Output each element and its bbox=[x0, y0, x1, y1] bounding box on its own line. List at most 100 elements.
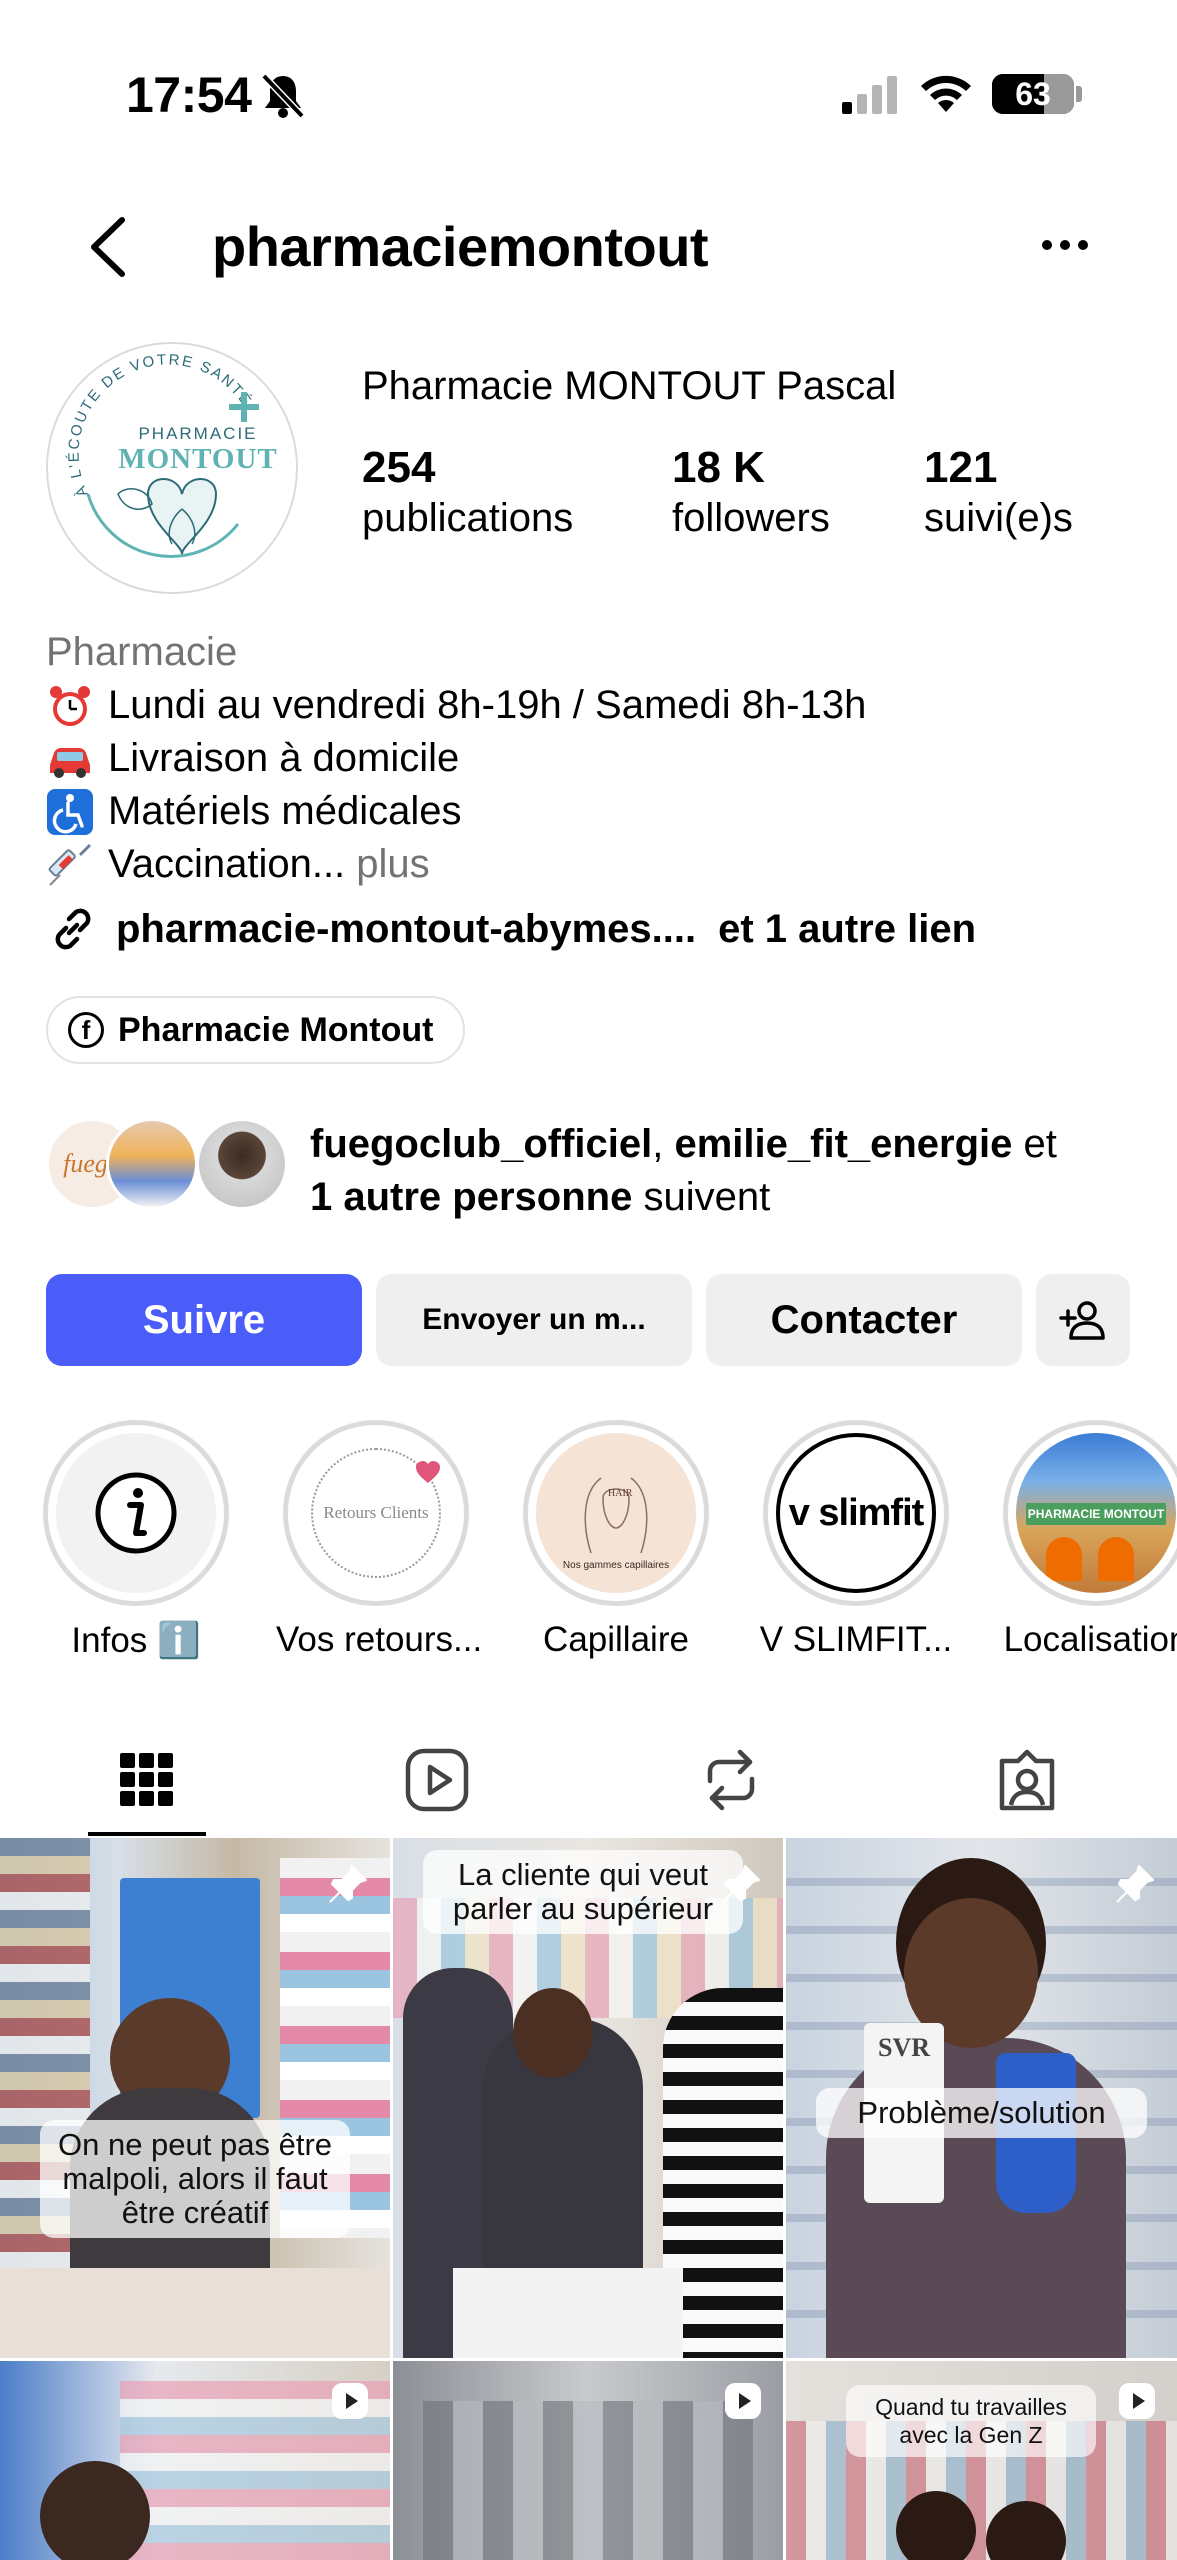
stat-label: publications bbox=[362, 496, 574, 541]
bio-line-text: Vaccination... bbox=[108, 842, 346, 886]
bio-line-text: Livraison à domicile bbox=[108, 736, 460, 780]
post-caption: Problème/solution bbox=[816, 2088, 1147, 2138]
avatar-big-text: MONTOUT bbox=[118, 443, 278, 475]
link-icon bbox=[55, 908, 91, 950]
post-tile[interactable] bbox=[393, 2361, 783, 2560]
stat-followers[interactable]: 18 K followers bbox=[672, 443, 830, 544]
highlight-localisation[interactable]: PHARMACIE MONTOUT Localisation bbox=[996, 1420, 1177, 1660]
wheelchair-icon bbox=[47, 788, 93, 835]
syringe-icon bbox=[48, 843, 92, 886]
highlight-retours[interactable]: Retours Clients Vos retours... bbox=[276, 1420, 483, 1660]
highlight-label: Localisation bbox=[1003, 1620, 1177, 1659]
battery-indicator: 63 bbox=[992, 74, 1074, 114]
reels-icon bbox=[405, 1748, 469, 1812]
highlight-capillaire[interactable]: HAIR Nos gammes capillaires Capillaire bbox=[516, 1420, 716, 1660]
stat-label: followers bbox=[672, 496, 830, 541]
profile-avatar[interactable]: À L'ÉCOUTE DE VOTRE SANTÉ PHARMACIE MONT… bbox=[46, 342, 298, 594]
more-options-icon[interactable] bbox=[1040, 230, 1090, 260]
pin-icon bbox=[1116, 1865, 1154, 1903]
wifi-icon bbox=[921, 75, 971, 112]
back-icon[interactable] bbox=[82, 212, 142, 282]
hair-sub-text: Nos gammes capillaires bbox=[562, 1560, 670, 1571]
tab-reels[interactable] bbox=[290, 1722, 584, 1838]
pharmacy-logo: À L'ÉCOUTE DE VOTRE SANTÉ PHARMACIE MONT… bbox=[65, 351, 278, 558]
message-button[interactable]: Envoyer un m... bbox=[376, 1274, 692, 1366]
facebook-chip-label: Pharmacie Montout bbox=[118, 1010, 434, 1049]
header-username: pharmaciemontout bbox=[212, 215, 709, 278]
bio-link-text: pharmacie-montout-abymes.... bbox=[116, 906, 697, 951]
stat-value: 254 bbox=[362, 443, 436, 492]
reel-icon bbox=[332, 2383, 368, 2419]
highlight-label: Infos ℹ️ bbox=[71, 1621, 201, 1660]
vslimfit-logo-text: v slimfit bbox=[788, 1491, 925, 1534]
alarm-clock-icon bbox=[50, 685, 90, 726]
highlight-infos[interactable]: Infos ℹ️ bbox=[36, 1420, 236, 1661]
bio-more-link[interactable]: plus bbox=[356, 838, 429, 891]
followed-by-text: fuegoclub_officiel, emilie_fit_energie e… bbox=[310, 1122, 1057, 1219]
bio-link[interactable]: pharmacie-montout-abymes.... et 1 autre … bbox=[46, 902, 976, 956]
battery-cap bbox=[1076, 86, 1082, 102]
post-caption: On ne peut pas être malpoli, alors il fa… bbox=[40, 2120, 350, 2238]
info-icon bbox=[95, 1472, 177, 1554]
hair-face-icon: HAIR bbox=[584, 1477, 648, 1554]
add-user-button[interactable] bbox=[1036, 1274, 1130, 1366]
stat-value: 18 K bbox=[672, 443, 765, 492]
reel-icon bbox=[725, 2383, 761, 2419]
bio-link-extra: et 1 autre lien bbox=[718, 906, 976, 951]
follower-name-1[interactable]: fuegoclub_officiel bbox=[310, 1122, 652, 1166]
bio-line-delivery: Livraison à domicile bbox=[46, 732, 866, 785]
post-tile[interactable] bbox=[0, 2361, 390, 2560]
post-tile[interactable]: SVR Problème/solution bbox=[786, 1838, 1177, 2358]
facebook-icon: f bbox=[68, 1012, 104, 1048]
tab-tagged[interactable] bbox=[880, 1722, 1174, 1838]
facebook-chip[interactable]: f Pharmacie Montout bbox=[46, 996, 466, 1064]
highlight-vslimfit[interactable]: v slimfit V SLIMFIT... bbox=[756, 1420, 956, 1660]
pin-icon bbox=[329, 1865, 367, 1903]
heart-icon bbox=[416, 1461, 440, 1483]
bio-category: Pharmacie bbox=[46, 630, 238, 674]
bio: Pharmacie Lundi au vendredi 8h-19h / Sam… bbox=[46, 626, 866, 891]
grid-icon bbox=[120, 1753, 173, 1806]
post-tile[interactable]: La cliente qui veut parler au supérieur bbox=[393, 1838, 783, 2358]
tab-grid[interactable] bbox=[0, 1722, 294, 1838]
reel-icon bbox=[1119, 2383, 1155, 2419]
post-caption: Quand tu travailles avec la Gen Z bbox=[846, 2385, 1096, 2457]
car-icon bbox=[50, 747, 90, 778]
bio-line-hours: Lundi au vendredi 8h-19h / Samedi 8h-13h bbox=[46, 679, 866, 732]
follower-avatar-2 bbox=[106, 1118, 198, 1210]
battery-level: 63 bbox=[1015, 75, 1051, 112]
contact-button[interactable]: Contacter bbox=[706, 1274, 1022, 1366]
add-user-icon bbox=[1059, 1301, 1105, 1340]
bio-line-equipment: Matériels médicales bbox=[46, 785, 866, 838]
post-tile[interactable]: On ne peut pas être malpoli, alors il fa… bbox=[0, 1838, 390, 2358]
stat-following[interactable]: 121 suivi(e)s bbox=[924, 443, 1073, 544]
profile-tabs bbox=[0, 1722, 1177, 1838]
highlight-label: V SLIMFIT... bbox=[759, 1620, 953, 1659]
stat-label: suivi(e)s bbox=[924, 496, 1073, 541]
bio-line-vaccination: Vaccination... plus bbox=[46, 838, 866, 891]
reposts-icon bbox=[707, 1749, 755, 1811]
tab-reposts[interactable] bbox=[584, 1722, 878, 1838]
stat-value: 121 bbox=[924, 443, 998, 492]
post-tile[interactable]: Quand tu travailles avec la Gen Z bbox=[786, 2361, 1177, 2560]
avatar-small-text: PHARMACIE bbox=[138, 424, 257, 443]
highlight-label: Vos retours... bbox=[276, 1620, 483, 1659]
stat-publications[interactable]: 254 publications bbox=[362, 443, 574, 544]
status-bar: 17:54 63 bbox=[0, 0, 1177, 190]
tab-active-indicator bbox=[88, 1832, 206, 1836]
hair-text: HAIR bbox=[608, 1488, 633, 1499]
bio-line-text: Lundi au vendredi 8h-19h / Samedi 8h-13h bbox=[108, 683, 867, 727]
pin-icon bbox=[722, 1865, 760, 1903]
status-time: 17:54 bbox=[126, 67, 252, 123]
bell-muted-icon bbox=[261, 73, 305, 119]
followers-others[interactable]: 1 autre personne bbox=[310, 1175, 632, 1219]
follower-avatar-3 bbox=[196, 1118, 288, 1210]
tagged-icon bbox=[999, 1749, 1055, 1811]
follow-button[interactable]: Suivre bbox=[46, 1274, 362, 1366]
follower-name-2[interactable]: emilie_fit_energie bbox=[674, 1122, 1012, 1166]
localisation-sign-text: PHARMACIE MONTOUT bbox=[1026, 1503, 1166, 1525]
bio-line-text: Matériels médicales bbox=[108, 789, 462, 833]
cellular-signal-icon bbox=[842, 76, 897, 114]
post-caption: La cliente qui veut parler au supérieur bbox=[423, 1850, 743, 1934]
profile-display-name: Pharmacie MONTOUT Pascal bbox=[362, 364, 897, 408]
